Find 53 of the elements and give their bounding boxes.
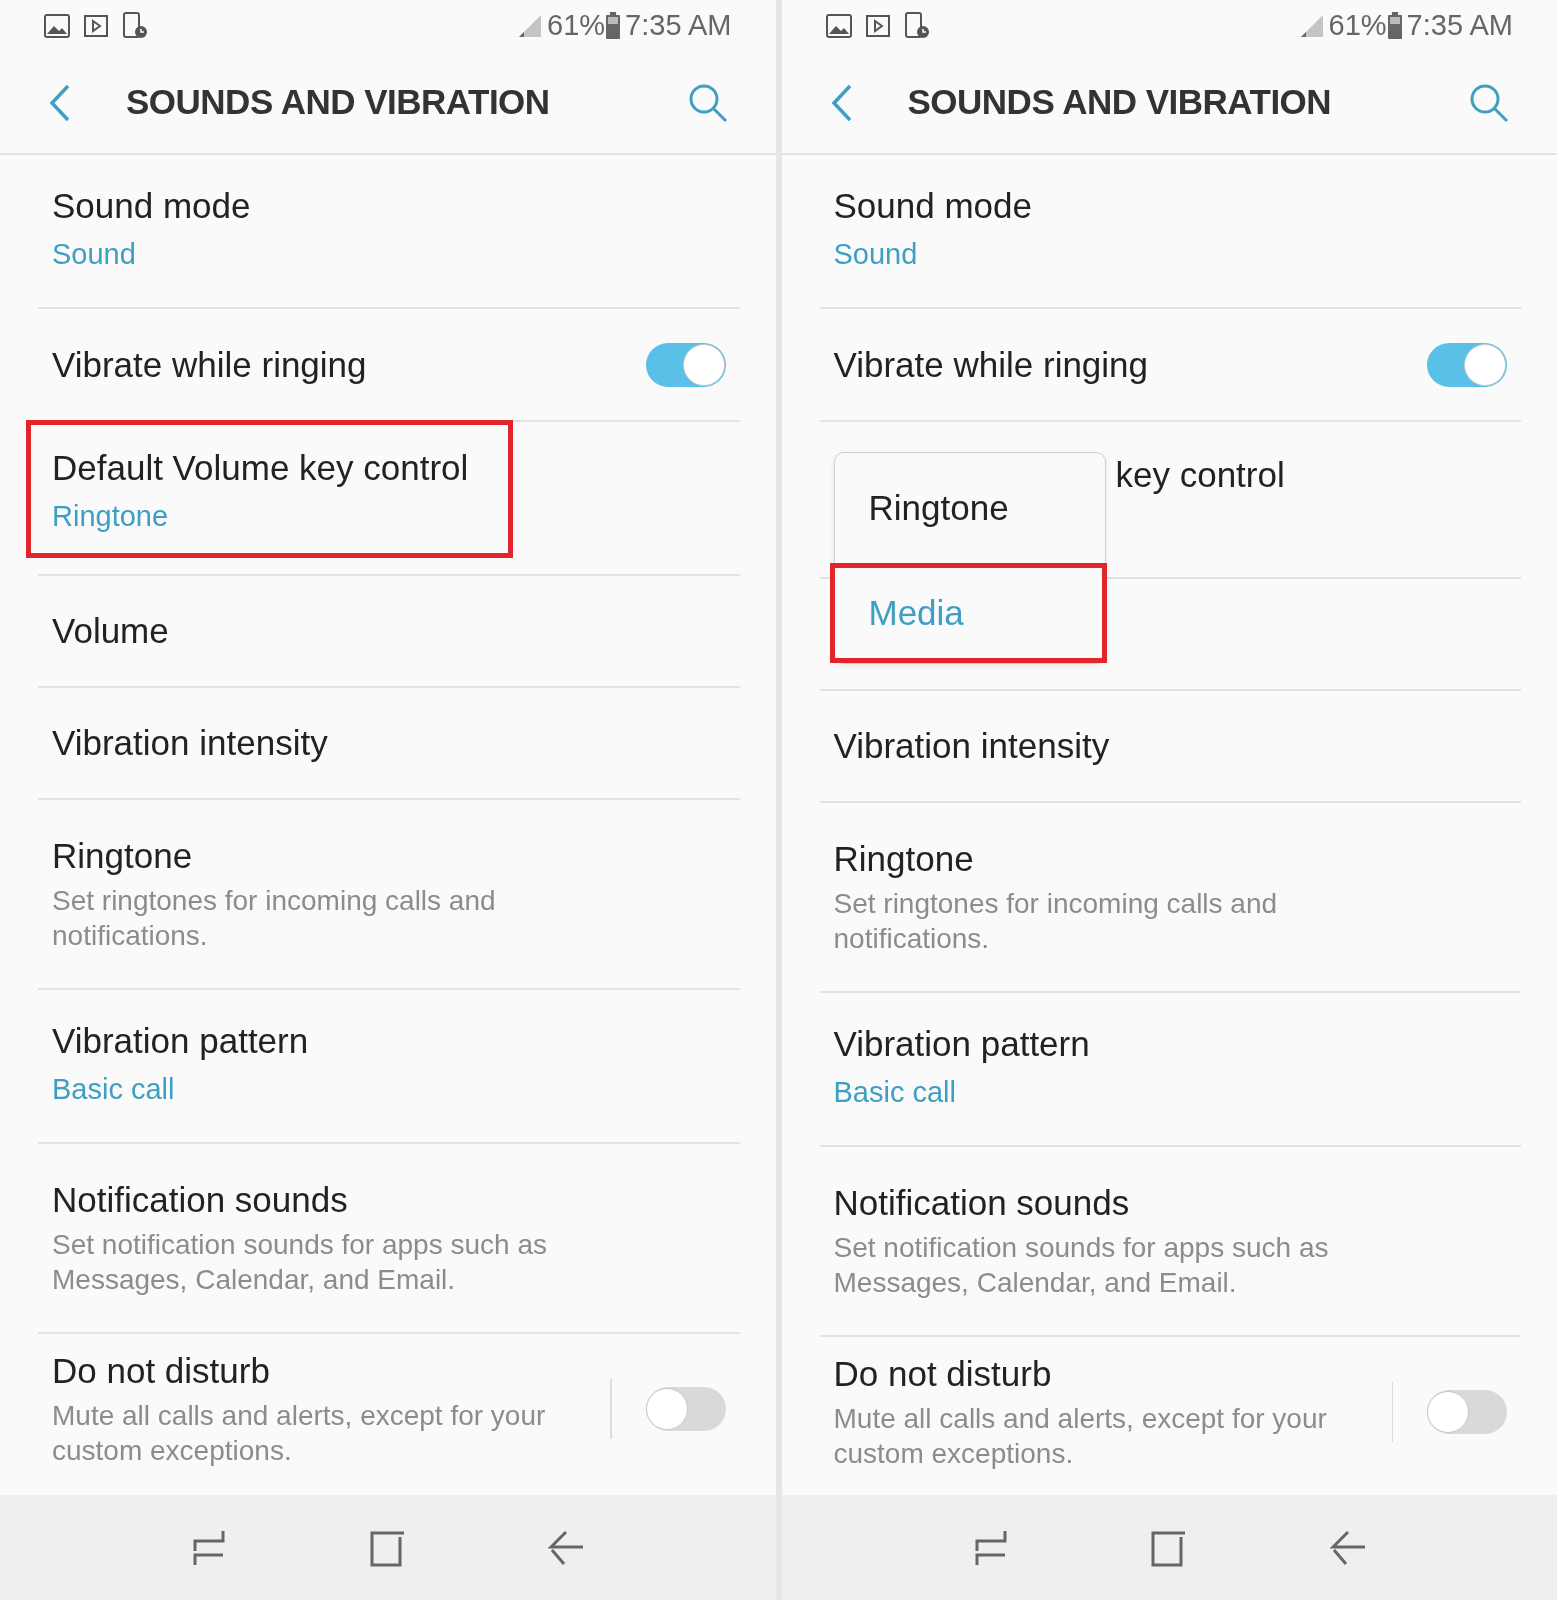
setting-title: Do not disturb [52,1350,271,1392]
video-icon [84,14,108,38]
battery-percent: 61% [547,8,606,44]
setting-title: Notification sounds [833,1182,1131,1224]
battery-percent: 61% [1328,8,1387,44]
setting-value: Sound [52,237,137,273]
setting-value: Sound [833,237,919,273]
setting-title: Vibration pattern [833,1023,1091,1066]
signal-icon [517,14,544,38]
setting-description: Set ringtones for incoming calls and notifications. [833,887,1279,956]
clock-time: 7:35 AM [1406,8,1513,44]
setting-title: Notification sounds [52,1179,349,1221]
recent-apps-icon [191,1528,228,1567]
toggle-switch[interactable] [645,1387,726,1431]
back-nav-icon [548,1528,585,1567]
setting-title: Do not disturb [833,1353,1053,1395]
setting-title: Ringtone [52,835,194,877]
search-icon [687,82,728,123]
screen-title: SOUNDS AND VIBRATION [126,81,551,124]
setting-description: Set notification sounds for apps such as Messages, Calendar, and Email. [52,1228,548,1297]
setting-title: Default Volume key control [52,447,469,489]
battery-icon [605,12,622,40]
setting-title: Volume [52,610,170,652]
setting-title: Vibrate while ringing [833,343,1150,386]
screen-title: SOUNDS AND VIBRATION [907,81,1333,124]
image-icon [44,14,70,38]
setting-title: Sound mode [52,185,252,228]
back-nav-icon [1329,1528,1366,1567]
battery-icon [1386,12,1403,40]
setting-title: key control [1114,454,1285,496]
setting-description: Mute all calls and alerts, except for your custom exceptions. [833,1402,1328,1471]
toggle-switch[interactable] [1427,342,1507,387]
video-icon [865,14,890,38]
setting-value: Basic call [52,1072,176,1108]
setting-title: Vibration intensity [833,725,1111,767]
toggle-switch[interactable] [645,342,726,387]
setting-title: Sound mode [833,185,1033,228]
image-icon [825,14,852,38]
setting-title: Ringtone [833,838,975,880]
setting-description: Mute all calls and alerts, except for your custom exceptions. [52,1399,547,1468]
clock-time: 7:35 AM [625,8,732,44]
setting-description: Set ringtones for incoming calls and notifications. [52,884,497,953]
menu-option[interactable]: Ringtone [834,453,1105,563]
phone-clock-icon [122,12,148,40]
setting-title: Vibrate while ringing [52,343,368,386]
search-icon [1469,82,1509,123]
phone-clock-icon [903,12,930,40]
setting-value: Basic call [833,1075,957,1111]
toggle-switch[interactable] [1427,1390,1507,1434]
setting-title: Vibration intensity [52,722,329,764]
setting-description: Set notification sounds for apps such as Messages, Calendar, and Email. [833,1231,1330,1300]
setting-value: Ringtone [52,499,170,534]
setting-title: Vibration pattern [52,1020,310,1063]
